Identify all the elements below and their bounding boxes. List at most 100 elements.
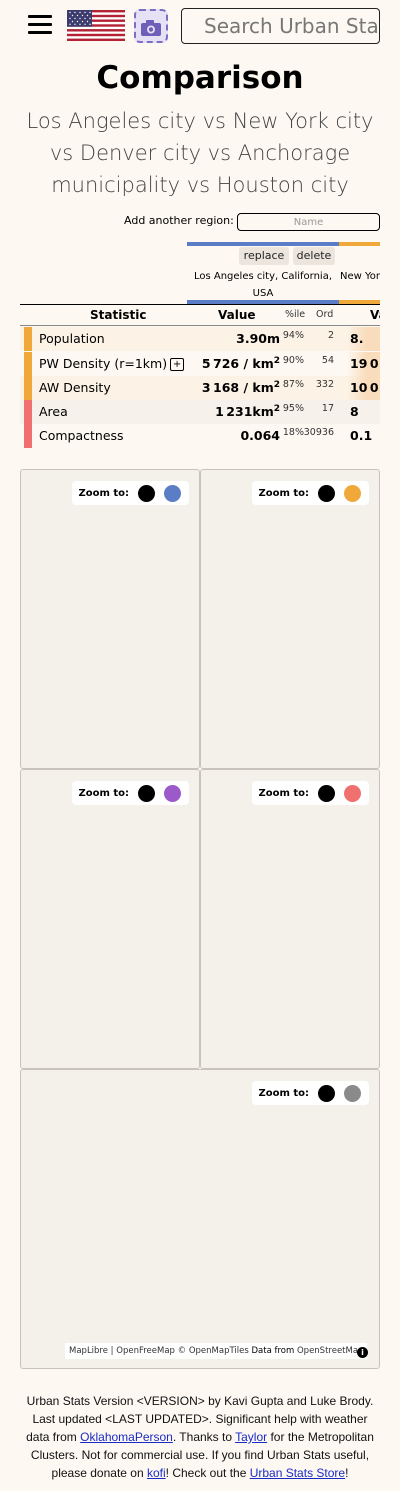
attribution-text: Data from [248,1346,297,1356]
us-flag-icon[interactable] [67,10,125,41]
header-ordinal: Ord [316,309,334,320]
zoom-control: Zoom to: [72,781,189,805]
region-map[interactable]: Zoom to: [20,769,200,1069]
zoom-control: Zoom to: [252,781,369,805]
statistic-value-2: 0.1 [350,428,373,443]
add-region-input[interactable] [237,213,380,231]
table-divider [20,304,380,305]
menu-icon[interactable] [28,15,52,35]
statistic-value-2: 8. [350,331,364,346]
statistic-percentile: 87% [282,379,304,390]
zoom-all-button[interactable] [138,784,155,802]
zoom-region-button[interactable] [344,1084,361,1102]
maplibre-link[interactable]: MapLibre [69,1346,108,1356]
table-row: AW Density 3 168 / km2 87% 332 10 0 [20,376,380,400]
add-region-label: Add another region: [124,214,234,227]
oklahomaperson-link[interactable]: OklahomaPerson [80,1430,173,1444]
category-color-bar [24,327,32,351]
zoom-all-button[interactable] [318,784,335,802]
openfreemap-link[interactable]: OpenFreeMap [116,1346,175,1356]
statistic-percentile: 18% [282,427,304,438]
statistic-percentile: 94% [282,330,304,341]
header-value-2: Va [370,308,380,322]
statistic-label[interactable]: Area [39,404,68,419]
statistic-name[interactable]: AW Density [39,380,111,395]
region-map[interactable]: Zoom to: [20,469,200,769]
footer: Urban Stats Version <VERSION> by Kavi Gu… [22,1392,378,1482]
zoom-control: Zoom to: [72,481,189,505]
zoom-all-button[interactable] [318,1084,335,1102]
zoom-all-button[interactable] [318,484,335,502]
zoom-control: Zoom to: [252,481,369,505]
region-map[interactable]: Zoom to: [200,769,380,1069]
store-link[interactable]: Urban Stats Store [250,1466,345,1480]
zoom-label: Zoom to: [78,787,129,799]
zoom-region-button[interactable] [164,784,181,802]
statistic-label[interactable]: Population [39,331,105,346]
statistic-ordinal: 30936 [303,427,334,438]
top-bar [0,0,400,52]
statistic-label[interactable]: AW Density [39,380,111,395]
statistic-name[interactable]: PW Density (r=1km) + [39,356,185,371]
table-row: Compactness 0.064 18% 30936 0.1 [20,424,380,448]
openmaptiles-link[interactable]: OpenMapTiles [189,1346,249,1356]
region-map[interactable]: Zoom to: [200,469,380,769]
statistic-value-2: 8 [350,404,359,419]
statistic-ordinal: 17 [321,403,334,414]
statistic-label[interactable]: PW Density (r=1km) [39,356,167,371]
category-color-bar [24,352,32,376]
footer-text: ! [345,1466,349,1480]
openstreetmap-link[interactable]: OpenStreetMap [297,1346,363,1356]
search-input[interactable] [181,8,380,44]
info-icon[interactable]: i [357,1347,368,1358]
delete-button[interactable]: delete [293,247,335,265]
statistic-ordinal: 2 [327,330,334,341]
statistic-value: 5 726 / km2 [201,356,280,372]
statistic-value: 3 168 / km2 [201,380,280,396]
statistic-percentile: 95% [282,403,304,414]
map-attribution: MapLibre | OpenFreeMap © OpenMapTiles Da… [65,1343,368,1359]
statistic-ordinal: 54 [321,355,334,366]
expand-plus-icon[interactable]: + [170,358,185,371]
header-value: Value [218,308,256,322]
taylor-link[interactable]: Taylor [235,1430,267,1444]
zoom-region-button[interactable] [344,484,361,502]
column-region-name[interactable]: Los Angeles city, California, USA [187,268,339,302]
region-map[interactable]: Zoom to: MapLibre | OpenFreeMap © OpenMap… [20,1069,380,1369]
column-color-bar [339,242,380,246]
header-statistic[interactable]: Statistic [90,308,146,322]
statistic-name[interactable]: Compactness [39,428,124,443]
category-color-bar [24,376,32,400]
category-color-bar [24,424,32,448]
statistic-value: 1 231km2 [215,404,280,420]
table-row: Area 1 231km2 95% 17 8 [20,400,380,424]
zoom-region-button[interactable] [164,484,181,502]
zoom-label: Zoom to: [78,487,129,499]
statistic-value-2: 19 0 [350,356,379,371]
kofi-link[interactable]: kofi [147,1466,166,1480]
zoom-all-button[interactable] [138,484,155,502]
statistic-name[interactable]: Population [39,331,105,346]
statistic-name[interactable]: Area [39,404,68,419]
zoom-label: Zoom to: [258,487,309,499]
statistic-ordinal: 332 [315,379,334,390]
statistic-value-2: 10 0 [350,380,379,395]
zoom-label: Zoom to: [258,1087,309,1099]
column-region-name[interactable]: New Yor [339,268,380,285]
table-row: Population 3.90m 94% 2 8. [20,327,380,351]
footer-text: ! Check out the [165,1466,250,1480]
zoom-region-button[interactable] [344,784,361,802]
category-color-bar [24,400,32,424]
copyright-symbol: © [174,1346,189,1356]
header-percentile: %ile [285,309,306,320]
statistic-value: 3.90m [236,331,280,346]
attribution-separator: | [107,1346,117,1356]
screenshot-camera-icon[interactable] [134,9,168,43]
page-subtitle: Los Angeles city vs New York city vs Den… [26,109,374,197]
footer-text: . Thanks to [172,1430,236,1444]
add-region-row: Add another region: [0,213,400,231]
zoom-control: Zoom to: [252,1081,369,1105]
statistic-label[interactable]: Compactness [39,428,124,443]
replace-button[interactable]: replace [239,247,289,265]
table-row: PW Density (r=1km) +5 726 / km2 90% 54 19 0 [20,352,380,376]
